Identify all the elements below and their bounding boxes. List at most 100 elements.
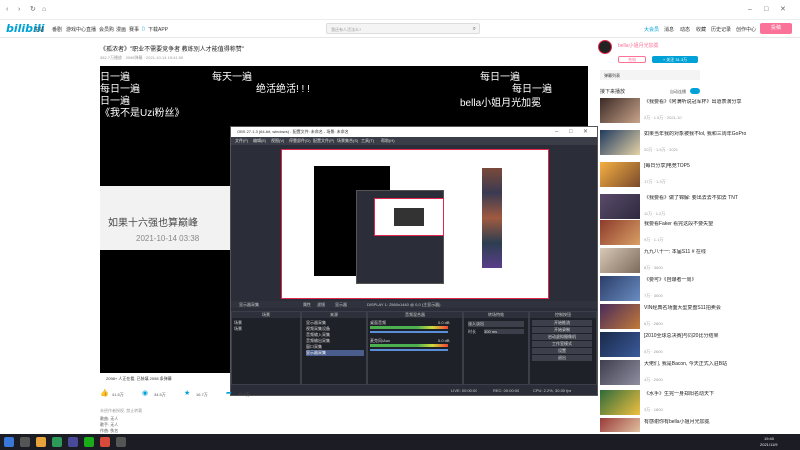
charge-button[interactable]: 充电: [618, 56, 646, 63]
volume-slider[interactable]: [370, 331, 448, 333]
like-icon[interactable]: 👍: [100, 390, 109, 398]
rec-title: 我要看Faker 看完这段不要失望: [644, 221, 714, 227]
nav-messages[interactable]: 消息: [664, 26, 674, 33]
favorite-count: 16.7万: [196, 392, 208, 397]
refresh-icon[interactable]: ↻: [30, 6, 36, 14]
nav-download-app[interactable]: 下载APP: [148, 26, 168, 33]
recommendation-item[interactable]: 大佬们, 我是Bacon, 今天正式入驻B站 4万 · 2000: [600, 360, 788, 388]
recommendation-item[interactable]: 如果当年我的对象被我不lol, 我和三周年GoPro 20万 · 1.5万 · …: [600, 130, 788, 158]
nav-item-comic[interactable]: 漫画: [116, 26, 126, 33]
file-explorer-icon[interactable]: [36, 437, 46, 447]
recommendation-item[interactable]: 《水手》生完一身郑阳名动天下 3万 · 1800: [600, 390, 788, 418]
rec-thumbnail: [600, 332, 640, 357]
rec-title: 有感谢你有bella小姐月光加冕: [644, 419, 710, 425]
studio-mode-button[interactable]: 工作室模式: [532, 341, 592, 347]
obs-menu-scenes[interactable]: 场景集合(S): [337, 138, 358, 144]
recommendation-item[interactable]: 《要可》《自爆者一周》 7万 · 3000: [600, 276, 788, 304]
obs-display-select[interactable]: DISPLAY 1: 2560x1440 @ 0,0 (主显示器): [367, 302, 441, 308]
close-icon[interactable]: ✕: [583, 128, 588, 136]
uploader-avatar[interactable]: [598, 40, 612, 54]
recommendation-item[interactable]: 《我要看》《阿满听说冠军杯》出道表演分享 2万 · 1.5万 · 2021-10: [600, 98, 788, 126]
obs-taskbar-icon[interactable]: [116, 437, 126, 447]
danmaku-list[interactable]: 弹幕列表: [600, 70, 700, 80]
favorite-icon[interactable]: ★: [184, 390, 190, 398]
recommendation-item[interactable]: 九九八十一: 本届S11 # 在线 8万 · 3000: [600, 248, 788, 276]
maximize-icon[interactable]: □: [569, 128, 573, 136]
nav-history[interactable]: 历史记录: [711, 26, 731, 33]
scene-item[interactable]: 场景: [234, 326, 242, 332]
exit-button[interactable]: 退出: [532, 355, 592, 361]
maximize-icon[interactable]: □: [764, 6, 768, 14]
transition-duration[interactable]: 300 ms: [484, 329, 524, 334]
start-recording-button[interactable]: 开始录制: [532, 327, 592, 333]
nav-dynamics[interactable]: 动态: [680, 26, 690, 33]
source-item-selected[interactable]: 显示器采集: [306, 350, 364, 356]
back-icon[interactable]: ‹: [6, 6, 8, 14]
cpu-fps: CPU: 2.2%, 30.00 fps: [533, 388, 572, 393]
search-icon[interactable]: ⌕: [473, 25, 476, 33]
recommendation-item[interactable]: [每日分享]电竞TOP5 17万 · 1.3万: [600, 162, 788, 190]
recommendation-item[interactable]: 《我要看》做了锦解: 要出去去不如去 TNT 11万 · 1.2万: [600, 194, 788, 222]
search-placeholder: 我还有人活法么?: [331, 27, 362, 32]
start-icon[interactable]: [4, 437, 14, 447]
recommendation-item[interactable]: [2010全球总决赛]与同20比分结果 5万 · 2600: [600, 332, 788, 360]
obs-menu-help[interactable]: 帮助(H): [381, 138, 395, 144]
nav-vip[interactable]: 大会员: [644, 26, 659, 33]
nav-creator-center[interactable]: 创作中心: [736, 26, 756, 33]
browser-chrome: ‹ › ↻ ⌂ – □ ✕: [0, 0, 800, 20]
share-icon[interactable]: ➦: [226, 390, 232, 398]
obs-menu-tools[interactable]: 工具(T): [361, 138, 374, 144]
transition-header: 转场特效: [464, 312, 528, 318]
rec-thumbnail: [600, 276, 640, 301]
recommendation-item[interactable]: 我要看Faker 看完这段不要失望 9万 · 1.1万: [600, 220, 788, 248]
contribute-button[interactable]: 投稿: [760, 23, 792, 34]
virtual-camera-button[interactable]: 启动虚拟摄像机: [532, 334, 592, 340]
minimize-icon[interactable]: –: [555, 128, 558, 136]
nav-favorites[interactable]: 收藏: [696, 26, 706, 33]
recommendation-item[interactable]: VIN经典名场面大型复盘S11拍卖会 6万 · 2800: [600, 304, 788, 332]
minimize-icon[interactable]: –: [748, 6, 752, 14]
app-icon[interactable]: [68, 437, 78, 447]
obs-menu-file[interactable]: 文件(F): [235, 138, 248, 144]
nav-item-main[interactable]: 主站: [34, 26, 44, 33]
rec-title: 大佬们, 我是Bacon, 今天正式入驻B站: [644, 361, 728, 367]
uploader-name[interactable]: bella小姐月光加冕: [618, 42, 659, 49]
volume-slider[interactable]: [370, 349, 448, 351]
start-streaming-button[interactable]: 开始推流: [532, 320, 592, 326]
rec-title: 《我要看》做了锦解: 要出去去不如去 TNT: [644, 195, 738, 201]
recommendation-item[interactable]: 有感谢你有bella小姐月光加冕: [600, 418, 788, 432]
nav-item-esports[interactable]: 赛事: [129, 26, 139, 33]
barrage: 每天一遍: [212, 72, 252, 83]
obs-menu-view[interactable]: 视图(V): [271, 138, 284, 144]
obs-controls-panel: 控制按钮 开始推流 开始录制 启动虚拟摄像机 工作室模式 设置 退出: [529, 311, 597, 385]
barrage: 绝活绝活! ! !: [256, 84, 310, 95]
home-icon[interactable]: ⌂: [42, 6, 46, 14]
popup-text: 如果十六强也算巅峰: [108, 218, 198, 229]
follow-button[interactable]: + 关注 31.3万: [652, 56, 698, 63]
rec-meta: 17万 · 1.3万: [644, 179, 666, 184]
search-icon[interactable]: [20, 437, 30, 447]
rec-meta: 3万 · 1800: [644, 407, 663, 412]
nav-item-shop[interactable]: 会员购: [99, 26, 114, 33]
forward-icon[interactable]: ›: [18, 6, 20, 14]
close-icon[interactable]: ✕: [780, 6, 786, 14]
obs-filters-button[interactable]: 滤镜: [317, 302, 325, 308]
app-icon[interactable]: [100, 437, 110, 447]
obs-preview[interactable]: [281, 149, 549, 299]
browser-icon[interactable]: [52, 437, 62, 447]
search-input[interactable]: 我还有人活法么? ⌕: [326, 23, 480, 34]
rec-meta: 8万 · 3000: [644, 265, 663, 270]
coin-icon[interactable]: ◉: [142, 390, 148, 398]
obs-menu-profile[interactable]: 配置文件(P): [313, 138, 334, 144]
nav-item-live[interactable]: 直播: [86, 26, 96, 33]
nav-item-anime[interactable]: 番剧: [52, 26, 62, 33]
obs-window[interactable]: OBS 27.1.3 (64-bit, windows) - 配置文件: 未命名…: [230, 126, 598, 396]
autoplay-toggle[interactable]: [690, 88, 700, 94]
nav-item-game[interactable]: 游戏中心: [66, 26, 86, 33]
transition-select[interactable]: 淡入淡出: [468, 321, 524, 327]
wechat-icon[interactable]: [84, 437, 94, 447]
obs-menu-docks[interactable]: 停靠部件(D): [289, 138, 311, 144]
obs-menu-edit[interactable]: 编辑(E): [253, 138, 266, 144]
obs-props-button[interactable]: 属性: [303, 302, 311, 308]
settings-button[interactable]: 设置: [532, 348, 592, 354]
